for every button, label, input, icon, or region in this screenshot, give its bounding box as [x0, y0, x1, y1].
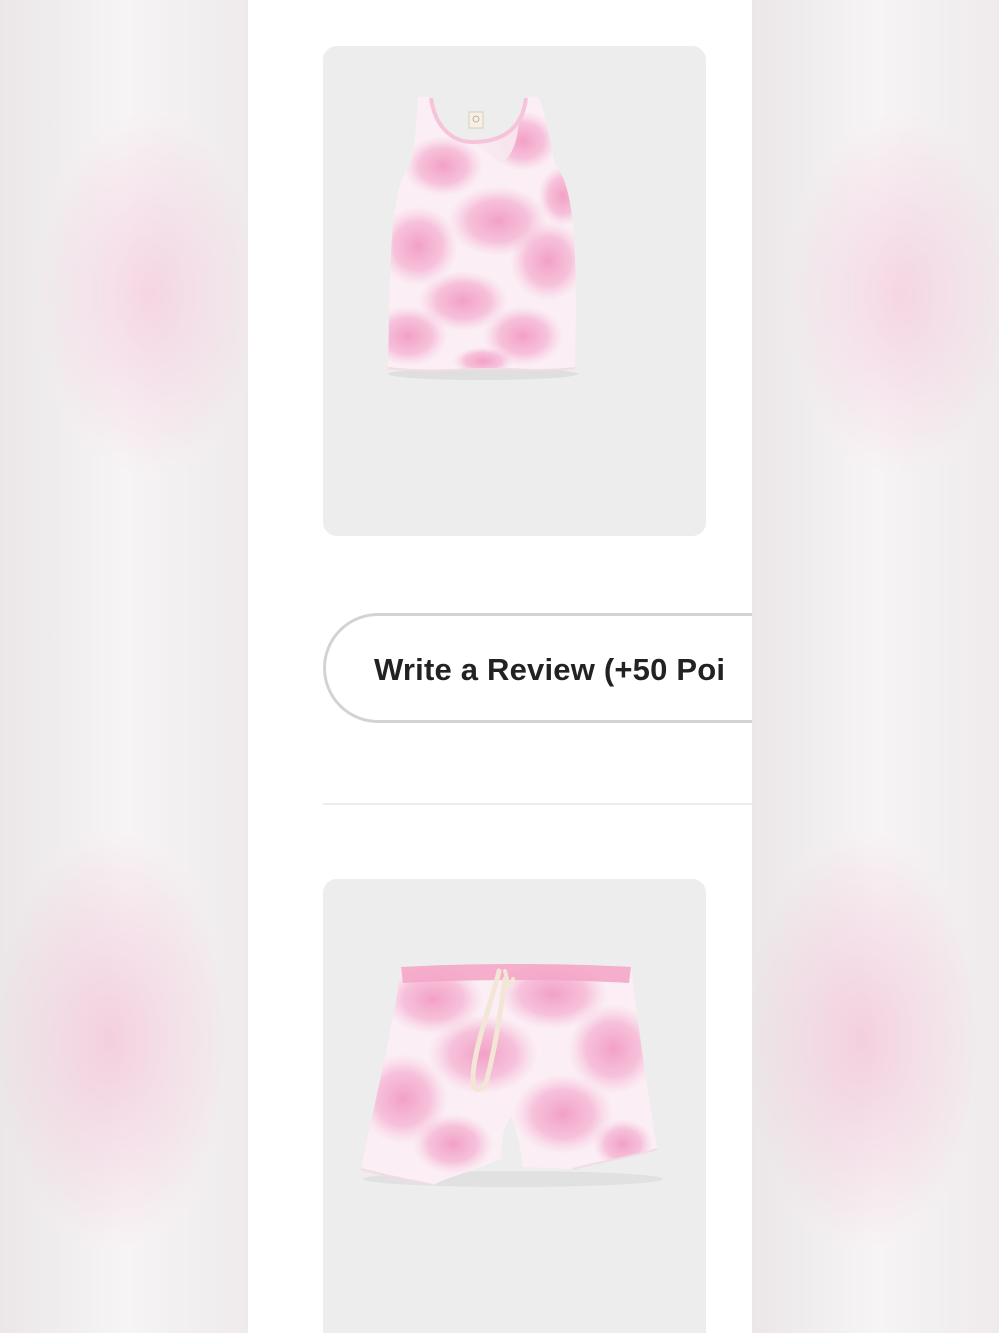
write-review-label: Write a Review (+50 Poi	[374, 652, 726, 687]
section-divider	[323, 803, 752, 805]
write-review-button[interactable]: Write a Review (+50 Poi	[323, 613, 752, 723]
tie-dye-shorts-image	[323, 879, 706, 1333]
blurred-backdrop-left	[0, 0, 248, 1333]
product-image-card-top[interactable]	[323, 46, 706, 536]
tie-dye-tank-top-image	[323, 46, 706, 536]
app-viewport: Write a Review (+50 Poi	[248, 0, 752, 1333]
product-image-card-bottom[interactable]	[323, 879, 706, 1333]
blurred-backdrop-right	[752, 0, 999, 1333]
